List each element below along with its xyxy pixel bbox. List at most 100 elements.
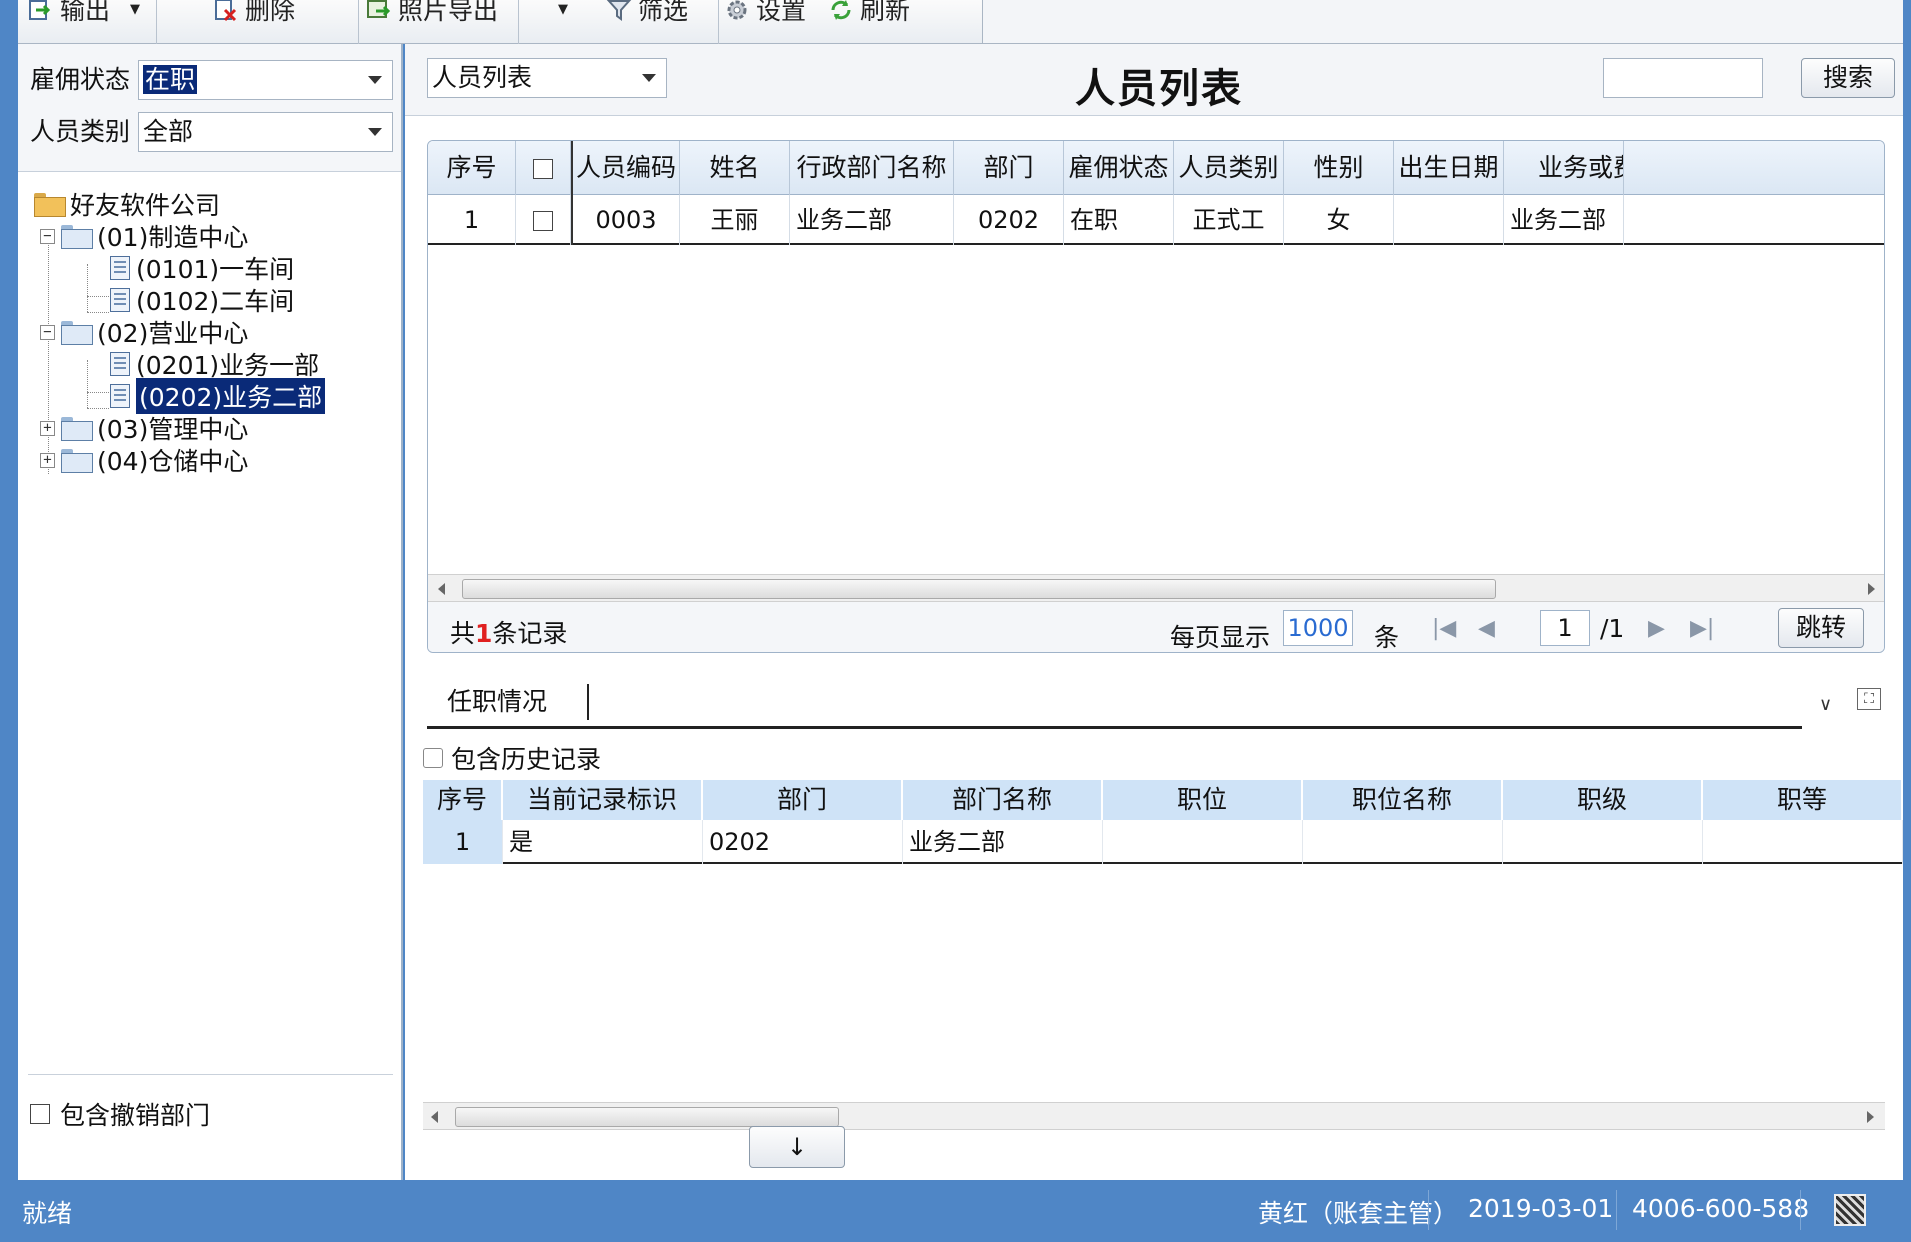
maximize-icon[interactable]: ⛶ xyxy=(1857,688,1881,710)
chevron-down-icon[interactable]: ∨ xyxy=(1819,694,1832,715)
column-header[interactable]: 业务或费 xyxy=(1504,141,1624,195)
tree-line xyxy=(87,392,109,393)
scrollbar-thumb[interactable] xyxy=(462,579,1496,599)
column-header[interactable]: 部门名称 xyxy=(903,780,1103,820)
toolbar-separator xyxy=(156,0,157,44)
status-ready: 就绪 xyxy=(22,1199,73,1228)
search-input[interactable] xyxy=(1603,58,1763,98)
scroll-right-icon[interactable] xyxy=(1867,1111,1874,1123)
column-header[interactable]: 雇佣状态 xyxy=(1064,141,1174,195)
tree-node-04[interactable]: + (04)仓储中心 xyxy=(40,445,248,476)
chevron-down-icon[interactable]: ▼ xyxy=(130,2,140,17)
column-header[interactable]: 性别 xyxy=(1284,141,1394,195)
cell-admin-dept: 业务二部 xyxy=(790,195,954,245)
horizontal-scrollbar[interactable] xyxy=(428,574,1884,602)
cell-employment-status: 在职 xyxy=(1064,195,1174,245)
more-dropdown[interactable]: ▼ xyxy=(558,0,568,24)
page-total: /1 xyxy=(1600,614,1625,643)
export-label: 输出 xyxy=(60,0,111,25)
tab-employment[interactable]: 任职情况 xyxy=(427,676,587,728)
employment-status-select[interactable]: 在职 xyxy=(138,60,393,100)
next-page-icon[interactable]: ▶ xyxy=(1648,616,1665,641)
scroll-left-icon[interactable] xyxy=(438,583,445,595)
tree-line xyxy=(87,312,109,313)
pager: 共1条记录 每页显示 1000 条 |◀ ◀ 1 /1 ▶ ▶| 跳转 xyxy=(428,602,1884,652)
per-page-input[interactable]: 1000 xyxy=(1283,610,1353,646)
search-button[interactable]: 搜索 xyxy=(1801,58,1895,98)
column-header[interactable]: 职等 xyxy=(1703,780,1903,820)
tree-node-root[interactable]: 好友软件公司 xyxy=(34,189,220,220)
refresh-label: 刷新 xyxy=(860,0,911,25)
person-category-select[interactable]: 全部 xyxy=(138,112,393,152)
tree-node-0202[interactable]: (0202)业务二部 xyxy=(110,378,326,414)
expand-icon[interactable]: + xyxy=(40,452,55,468)
tree-node-0102[interactable]: (0102)二车间 xyxy=(110,285,294,316)
table-row[interactable]: 1 是 0202 业务二部 xyxy=(423,820,1903,864)
column-header[interactable]: 当前记录标识 xyxy=(503,780,703,820)
include-revoked-row[interactable]: 包含撤销部门 xyxy=(30,1096,210,1132)
first-page-icon[interactable]: |◀ xyxy=(1432,616,1456,641)
jump-button[interactable]: 跳转 xyxy=(1778,608,1864,648)
history-row[interactable]: 包含历史记录 xyxy=(423,740,601,776)
tree-node-label: (0101)一车间 xyxy=(136,255,295,284)
row-select-cell[interactable] xyxy=(516,195,571,245)
status-separator xyxy=(1800,1190,1801,1230)
column-header[interactable]: 部门 xyxy=(703,780,903,820)
main-panel: 人员列表 人员列表 搜索 序号 人员编码 姓名 行政部门名称 部门 雇佣状态 人… xyxy=(405,44,1903,1180)
tree-node-0201[interactable]: (0201)业务一部 xyxy=(110,349,319,380)
scroll-down-button[interactable]: ↓ xyxy=(749,1126,845,1168)
filter-button[interactable]: 筛选 xyxy=(606,0,688,25)
column-header[interactable]: 人员编码 xyxy=(571,141,680,195)
table-row[interactable]: 1 0003 王丽 业务二部 0202 在职 正式工 女 业务二部 xyxy=(428,195,1884,245)
column-header[interactable]: 出生日期 xyxy=(1394,141,1504,195)
column-header[interactable]: 姓名 xyxy=(680,141,790,195)
filter-panel: 雇佣状态 在职 人员类别 全部 xyxy=(18,44,401,172)
tree-node-02[interactable]: − (02)营业中心 xyxy=(40,317,248,348)
tree-node-label: (01)制造中心 xyxy=(97,223,249,252)
settings-button[interactable]: 设置 xyxy=(724,0,807,25)
tree-node-03[interactable]: + (03)管理中心 xyxy=(40,413,248,444)
view-select[interactable]: 人员列表 xyxy=(427,58,667,98)
tree-line xyxy=(87,408,109,409)
scrollbar-thumb[interactable] xyxy=(455,1107,839,1127)
column-header[interactable]: 部门 xyxy=(954,141,1064,195)
cell-position xyxy=(1103,820,1303,864)
select-all-checkbox[interactable] xyxy=(533,159,553,179)
person-category-value: 全部 xyxy=(143,117,194,146)
tree-node-0101[interactable]: (0101)一车间 xyxy=(110,253,295,284)
scroll-right-icon[interactable] xyxy=(1868,583,1875,595)
qr-code-icon[interactable] xyxy=(1834,1194,1866,1226)
column-header[interactable]: 职级 xyxy=(1503,780,1703,820)
cell-dept: 0202 xyxy=(954,195,1064,245)
export-button[interactable]: 输出 ▼ xyxy=(28,0,140,25)
collapse-icon[interactable]: − xyxy=(40,324,55,340)
photo-export-button[interactable]: 照片导出 xyxy=(366,0,498,25)
last-page-icon[interactable]: ▶| xyxy=(1690,616,1714,641)
page-input[interactable]: 1 xyxy=(1540,610,1590,646)
subgrid-header: 序号 当前记录标识 部门 部门名称 职位 职位名称 职级 职等 xyxy=(423,780,1903,820)
horizontal-scrollbar[interactable] xyxy=(423,1102,1885,1130)
prev-page-icon[interactable]: ◀ xyxy=(1478,616,1495,641)
delete-button[interactable]: 删除 xyxy=(213,0,295,25)
tree-node-01[interactable]: − (01)制造中心 xyxy=(40,221,249,252)
include-revoked-checkbox[interactable] xyxy=(30,1104,50,1124)
select-all-cell[interactable] xyxy=(516,141,571,195)
tree-line xyxy=(87,296,109,297)
column-header[interactable]: 职位名称 xyxy=(1303,780,1503,820)
column-header[interactable]: 人员类别 xyxy=(1174,141,1284,195)
expand-icon[interactable]: + xyxy=(40,420,55,436)
row-checkbox[interactable] xyxy=(533,211,553,231)
cell-grade xyxy=(1703,820,1903,864)
column-header[interactable]: 序号 xyxy=(423,780,503,820)
scroll-left-icon[interactable] xyxy=(431,1111,438,1123)
include-history-checkbox[interactable] xyxy=(423,748,443,768)
person-category-label: 人员类别 xyxy=(30,117,131,146)
settings-label: 设置 xyxy=(756,0,807,25)
total-count: 1 xyxy=(475,619,493,648)
page-title: 人员列表 xyxy=(1075,66,1243,112)
column-header[interactable]: 职位 xyxy=(1103,780,1303,820)
refresh-button[interactable]: 刷新 xyxy=(828,0,911,25)
column-header[interactable]: 序号 xyxy=(428,141,516,195)
column-header[interactable]: 行政部门名称 xyxy=(790,141,954,195)
collapse-icon[interactable]: − xyxy=(40,228,55,244)
